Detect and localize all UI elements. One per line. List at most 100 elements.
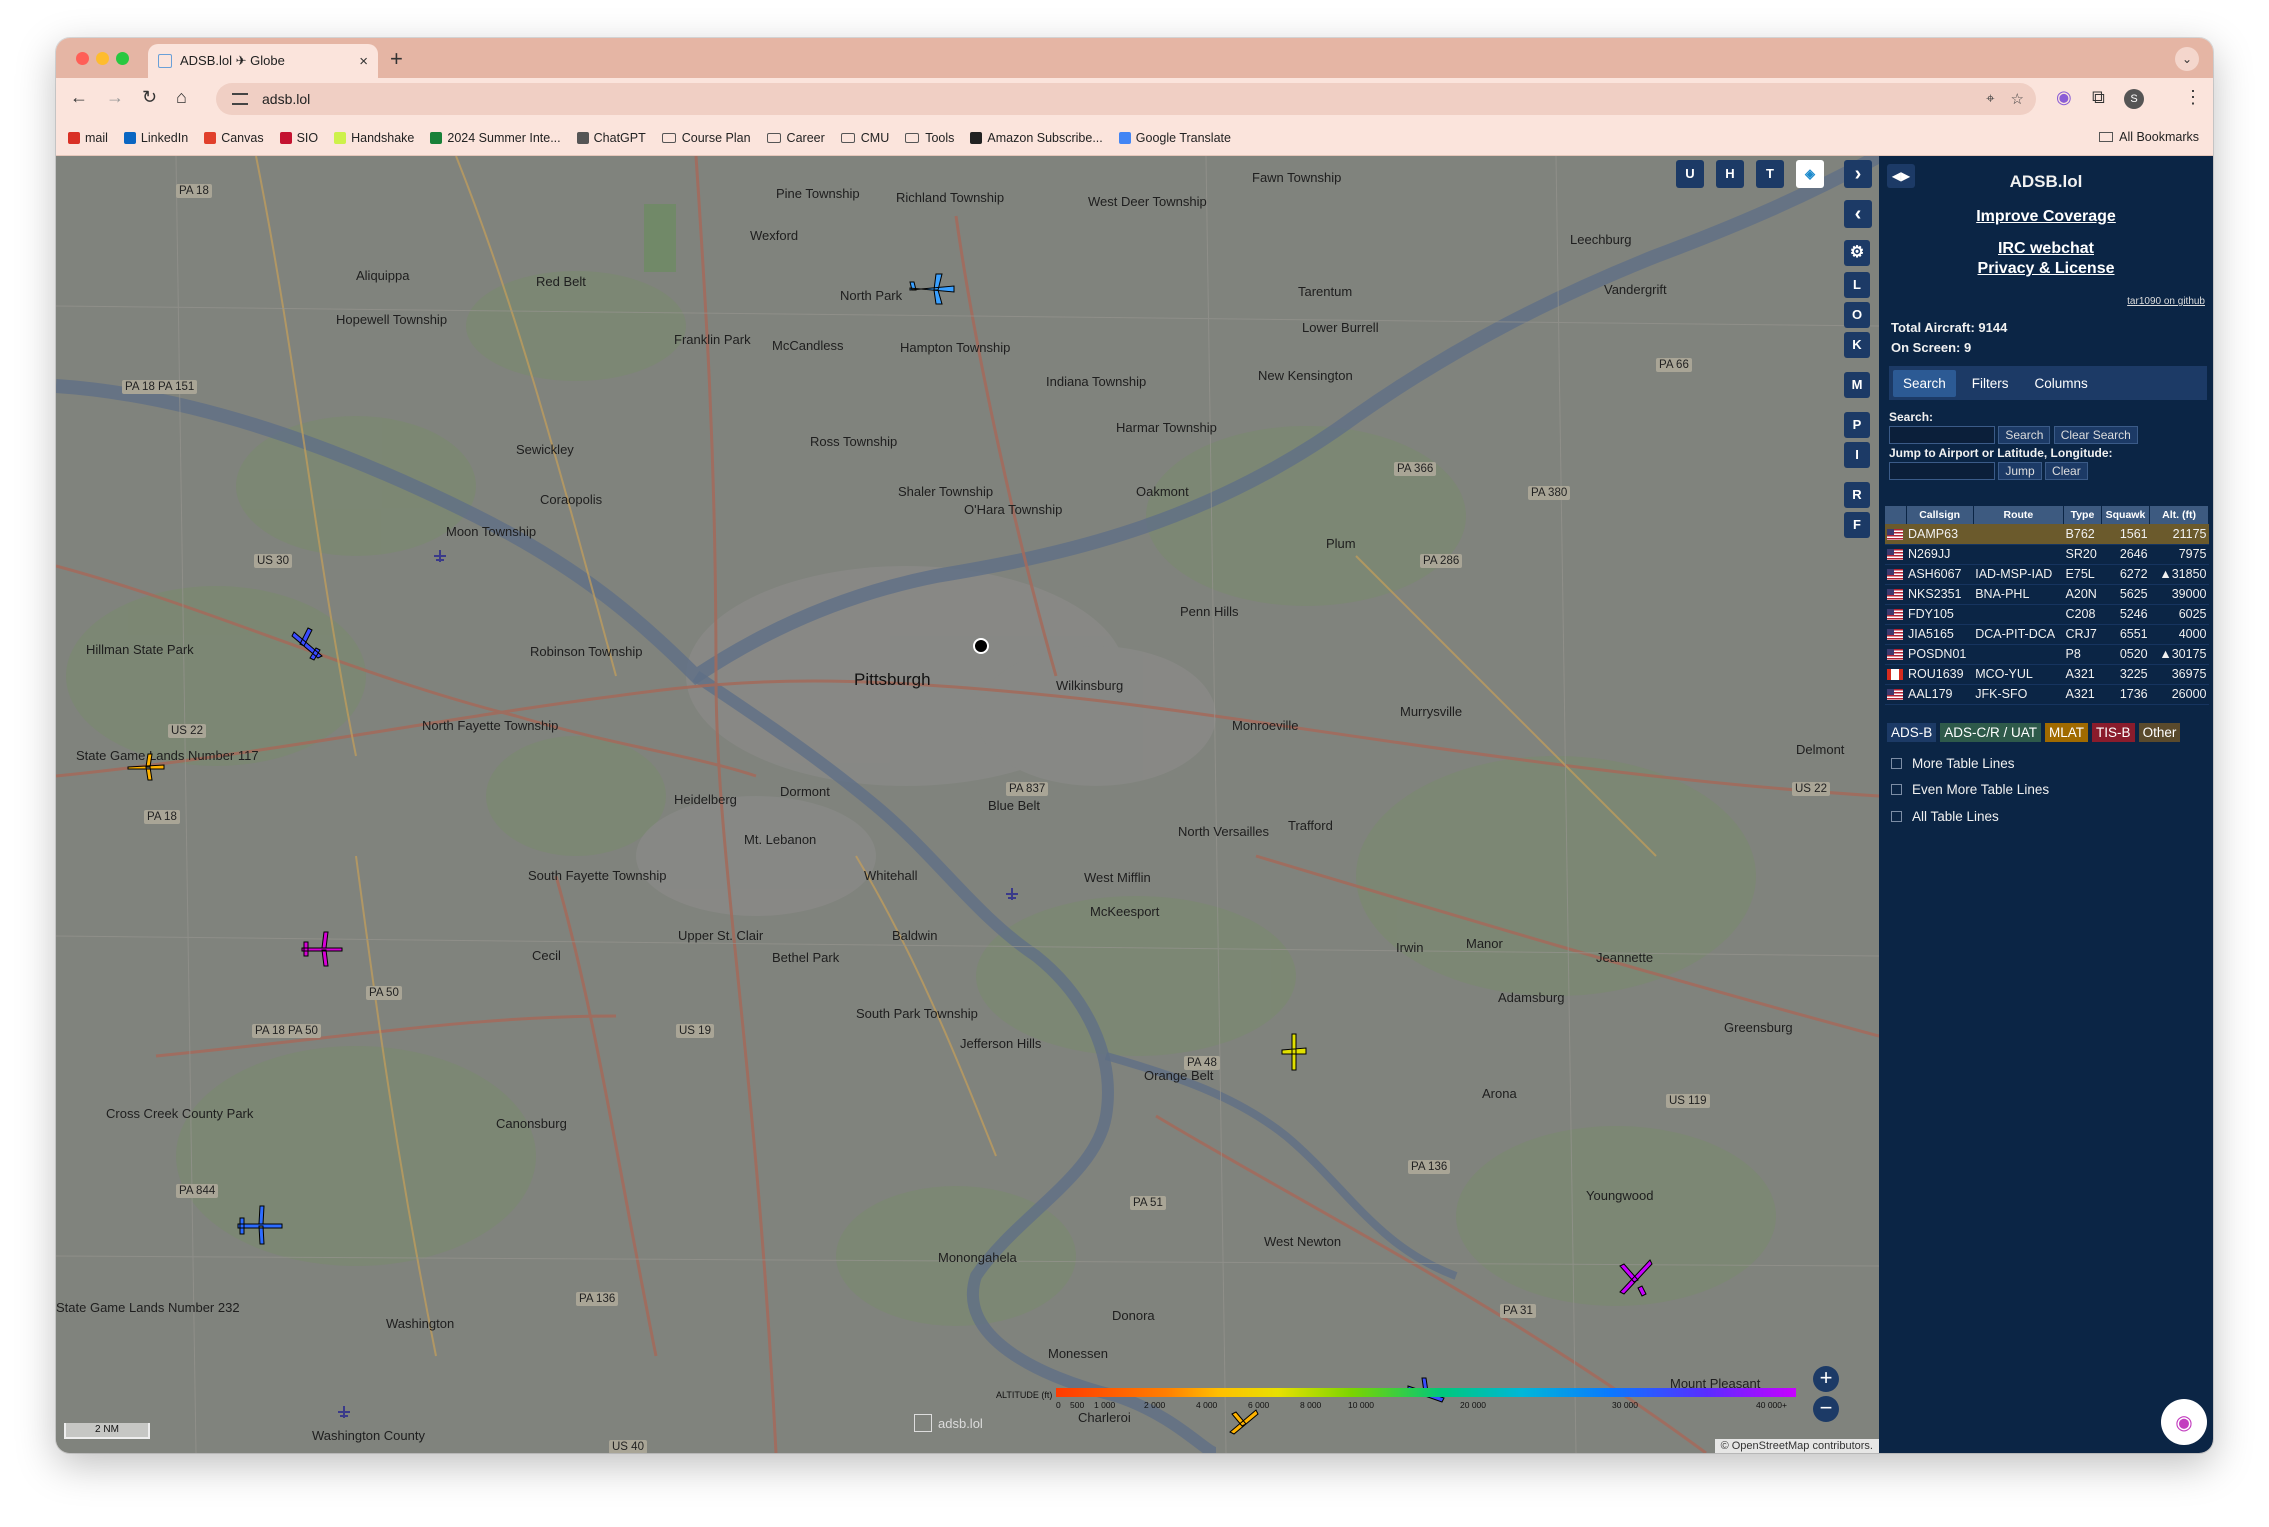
key-o-button[interactable]: O <box>1844 302 1870 328</box>
map-layers-icon[interactable]: ◈ <box>1796 160 1824 188</box>
all-table-lines-option[interactable]: All Table Lines <box>1891 809 1999 824</box>
callsign-cell: FDY105 <box>1906 604 1974 625</box>
chevron-right-icon[interactable]: › <box>1844 160 1872 188</box>
key-i-button[interactable]: I <box>1844 442 1870 468</box>
assistant-brain-icon[interactable]: ◉ <box>2161 1399 2207 1445</box>
zoom-in-button[interactable]: + <box>1813 1366 1839 1392</box>
bookmark-item[interactable]: Handshake <box>334 131 414 145</box>
table-row[interactable]: ROU1639 MCO-YUL A321 3225 36975 <box>1885 664 2209 685</box>
aircraft-icon[interactable] <box>236 1204 284 1246</box>
browser-menu-icon[interactable]: ⋮ <box>2184 87 2202 108</box>
key-p-button[interactable]: P <box>1844 412 1870 438</box>
maximize-window-button[interactable] <box>116 52 129 65</box>
key-l-button[interactable]: L <box>1844 272 1870 298</box>
clear-search-button[interactable]: Clear Search <box>2053 426 2138 444</box>
zoom-out-button[interactable]: − <box>1813 1396 1839 1422</box>
map-toggle-u-button[interactable]: U <box>1676 160 1704 188</box>
privacy-license-link[interactable]: Privacy & License <box>1879 260 2213 278</box>
flight-map[interactable]: Pine Township Richland Township West Deer … <box>56 156 1879 1453</box>
aircraft-icon[interactable] <box>300 928 344 968</box>
altitude-cell: 39000 <box>2149 584 2209 605</box>
bookmark-item[interactable]: Tools <box>905 131 954 145</box>
bookmark-item[interactable]: Course Plan <box>661 131 751 145</box>
bookmark-item[interactable]: mail <box>68 131 108 145</box>
settings-gear-icon[interactable]: ⚙ <box>1844 240 1870 266</box>
column-header-type[interactable]: Type <box>2063 506 2102 524</box>
column-header-squawk[interactable]: Squawk <box>2101 506 2151 524</box>
close-window-button[interactable] <box>76 52 89 65</box>
forward-arrow-icon[interactable]: → <box>106 87 124 108</box>
column-header-route[interactable]: Route <box>1973 506 2065 524</box>
table-row[interactable]: JIA5165 DCA-PIT-DCA CRJ7 6551 4000 <box>1885 624 2209 645</box>
flag-column-header[interactable] <box>1885 506 1907 524</box>
minimize-window-button[interactable] <box>96 52 109 65</box>
bookmark-item[interactable]: Career <box>766 131 825 145</box>
close-tab-icon[interactable]: × <box>359 53 368 70</box>
browser-tab[interactable]: ADSB.lol ✈ Globe × <box>148 44 378 78</box>
us-flag-icon <box>1887 569 1903 581</box>
bookmark-item[interactable]: Amazon Subscribe... <box>970 131 1103 145</box>
column-header-callsign[interactable]: Callsign <box>1906 506 1974 524</box>
aircraft-icon[interactable] <box>126 752 166 782</box>
bookmark-item[interactable]: SIO <box>279 131 318 145</box>
table-row[interactable]: NKS2351 BNA-PHL A20N 5625 39000 <box>1885 584 2209 605</box>
altitude-tick: 4 000 <box>1196 1400 1218 1410</box>
home-icon[interactable]: ⌂ <box>176 87 187 108</box>
more-table-lines-option[interactable]: More Table Lines <box>1891 756 2015 771</box>
table-row[interactable]: ASH6067 IAD-MSP-IAD E75L 6272 ▲31850 <box>1885 564 2209 585</box>
all-bookmarks-button[interactable]: All Bookmarks <box>2099 130 2199 144</box>
aircraft-icon[interactable] <box>1280 1032 1308 1072</box>
github-link[interactable]: tar1090 on github <box>2127 296 2205 307</box>
back-arrow-icon[interactable]: ← <box>70 87 88 108</box>
aircraft-icon[interactable] <box>906 268 958 310</box>
table-row[interactable]: DAMP63 B762 1561 21175 <box>1885 524 2209 545</box>
tab-filters[interactable]: Filters <box>1962 370 2019 397</box>
bookmark-item[interactable]: ChatGPT <box>576 131 646 145</box>
new-tab-button[interactable]: + <box>390 46 403 72</box>
jump-button[interactable]: Jump <box>1998 462 2042 480</box>
table-row[interactable]: AAL179 JFK-SFO A321 1736 26000 <box>1885 684 2209 705</box>
bookmark-item[interactable]: Google Translate <box>1118 131 1231 145</box>
column-header-altitude[interactable]: Alt. (ft) <box>2149 506 2209 524</box>
jump-input[interactable] <box>1889 462 1995 480</box>
bookmark-item[interactable]: Canvas <box>204 131 264 145</box>
bookmark-item[interactable]: 2024 Summer Inte... <box>430 131 561 145</box>
even-more-table-lines-option[interactable]: Even More Table Lines <box>1891 782 2049 797</box>
map-place-label: Whitehall <box>864 868 918 883</box>
bookmark-star-icon[interactable]: ☆ <box>2011 90 2024 108</box>
aircraft-table-body: DAMP63 B762 1561 21175 N269JJ SR20 2646 7975 ASH… <box>1885 524 2209 705</box>
reload-icon[interactable]: ↻ <box>142 87 157 108</box>
site-settings-icon[interactable] <box>232 93 248 105</box>
key-r-button[interactable]: R <box>1844 482 1870 508</box>
address-bar[interactable]: adsb.lol ⌖ ☆ <box>216 83 2036 115</box>
location-pin-icon[interactable]: ⌖ <box>1986 90 1994 108</box>
irc-webchat-link[interactable]: IRC webchat <box>1879 240 2213 258</box>
table-row[interactable]: POSDN01 P8 0520 ▲30175 <box>1885 644 2209 665</box>
search-input[interactable] <box>1889 426 1995 444</box>
aircraft-icon[interactable] <box>1612 1254 1656 1298</box>
tab-columns[interactable]: Columns <box>2025 370 2098 397</box>
bookmark-item[interactable]: CMU <box>840 131 889 145</box>
map-attribution[interactable]: © OpenStreetMap contributors. <box>1714 1439 1879 1453</box>
key-f-button[interactable]: F <box>1844 512 1870 538</box>
extension-brain-icon[interactable]: ◉ <box>2056 87 2072 108</box>
clear-button[interactable]: Clear <box>2045 462 2088 480</box>
map-toggle-h-button[interactable]: H <box>1716 160 1744 188</box>
checkbox[interactable] <box>1891 784 1902 795</box>
chevron-left-icon[interactable]: ‹ <box>1844 200 1872 228</box>
checkbox[interactable] <box>1891 811 1902 822</box>
improve-coverage-link[interactable]: Improve Coverage <box>1879 208 2213 226</box>
table-row[interactable]: FDY105 C208 5246 6025 <box>1885 604 2209 625</box>
key-k-button[interactable]: K <box>1844 332 1870 358</box>
checkbox[interactable] <box>1891 758 1902 769</box>
map-toggle-t-button[interactable]: T <box>1756 160 1784 188</box>
search-button[interactable]: Search <box>1998 426 2051 444</box>
tab-search[interactable]: Search <box>1893 369 1956 397</box>
key-m-button[interactable]: M <box>1844 372 1870 398</box>
table-row[interactable]: N269JJ SR20 2646 7975 <box>1885 544 2209 565</box>
tab-search-chevron-icon[interactable]: ⌄ <box>2175 47 2199 71</box>
profile-avatar[interactable]: S <box>2124 89 2144 109</box>
bookmark-item[interactable]: LinkedIn <box>123 131 188 145</box>
aircraft-icon[interactable] <box>288 624 328 664</box>
extensions-puzzle-icon[interactable]: ⧉ <box>2092 87 2105 108</box>
